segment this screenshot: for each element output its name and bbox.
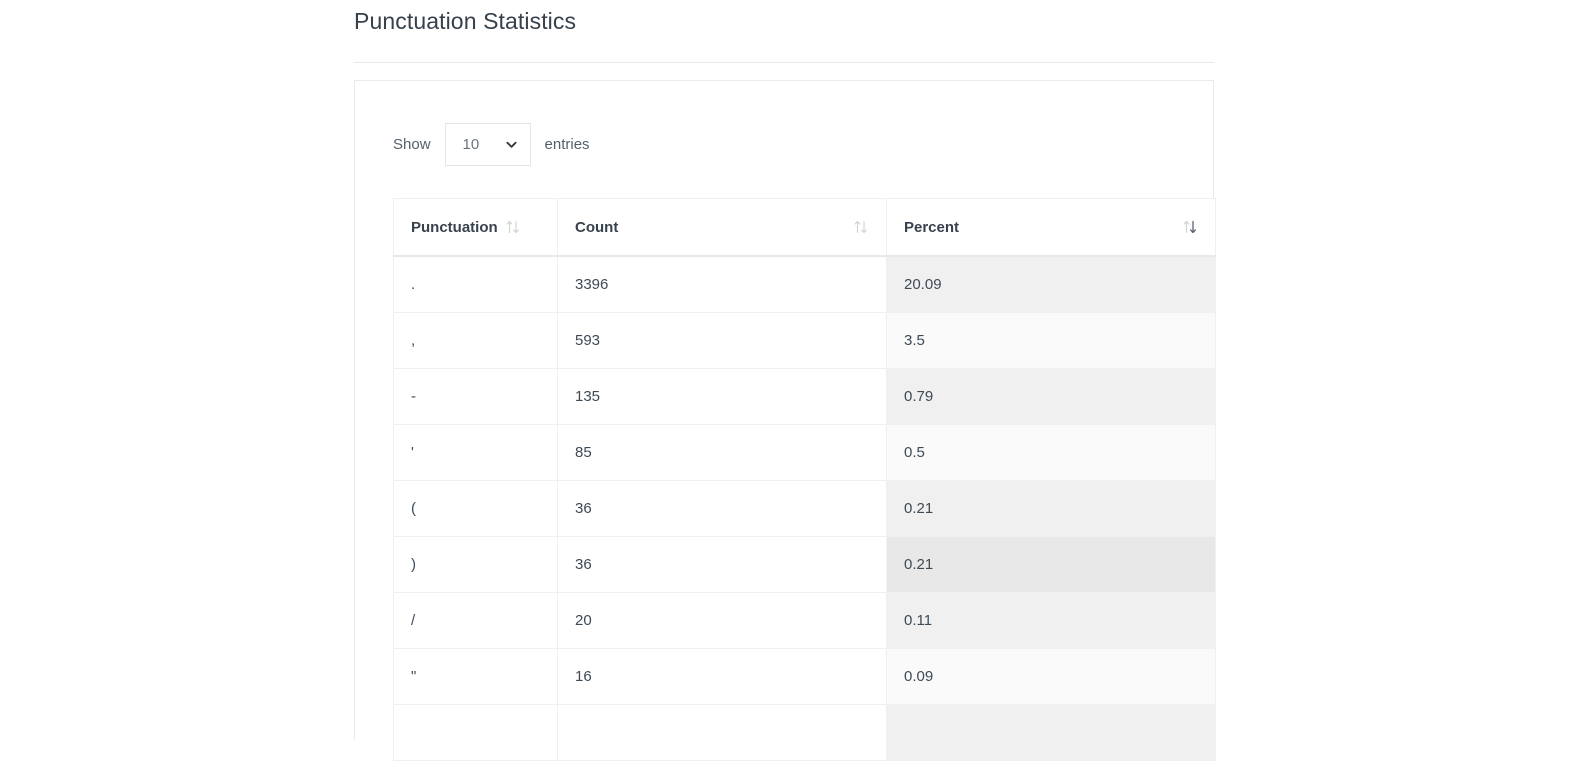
chevron-down-icon (505, 139, 517, 150)
column-header-percent-label: Percent (904, 218, 960, 236)
table-row[interactable]: ' 85 0.5 (393, 424, 1216, 481)
punctuation-value: . (411, 276, 416, 293)
table-row[interactable] (393, 704, 1216, 761)
cell-percent: 0.79 (886, 368, 1216, 425)
cell-percent: 0.11 (886, 592, 1216, 649)
column-header-count-label: Count (575, 218, 619, 236)
cell-count: 593 (557, 312, 887, 369)
punctuation-value: ( (411, 500, 416, 517)
length-label-after: entries (544, 136, 590, 153)
percent-value: 3.5 (904, 332, 925, 349)
cell-percent: 0.21 (886, 536, 1216, 593)
cell-punctuation: " (393, 648, 558, 705)
cell-count: 85 (557, 424, 887, 481)
cell-count: 135 (557, 368, 887, 425)
count-value: 16 (575, 668, 592, 685)
punctuation-value: - (411, 388, 416, 405)
percent-value: 0.79 (904, 388, 934, 405)
sort-arrows-icon (505, 218, 521, 236)
count-value: 593 (575, 332, 601, 349)
count-value: 20 (575, 612, 592, 629)
table-length-control: Show 10 entries (393, 123, 590, 166)
count-value: 135 (575, 388, 601, 405)
table-row[interactable]: - 135 0.79 (393, 368, 1216, 425)
cell-percent: 0.09 (886, 648, 1216, 705)
cell-percent: 0.5 (886, 424, 1216, 481)
column-header-punctuation[interactable]: Punctuation (393, 198, 558, 257)
table-row[interactable]: . 3396 20.09 (393, 255, 1216, 313)
table-header: Punctuation Count Percent (393, 198, 1216, 257)
entries-per-page-select[interactable]: 10 (444, 123, 531, 166)
cell-percent: 20.09 (886, 255, 1216, 313)
cell-punctuation: ' (393, 424, 558, 481)
table-row[interactable]: ( 36 0.21 (393, 480, 1216, 537)
table-header-row: Punctuation Count Percent (393, 198, 1216, 257)
entries-per-page-value: 10 (462, 136, 480, 153)
punctuation-value: " (411, 668, 417, 685)
cell-punctuation: ( (393, 480, 558, 537)
column-header-count[interactable]: Count (557, 198, 887, 257)
punctuation-value: , (411, 332, 416, 349)
percent-value: 0.21 (904, 500, 934, 517)
cell-punctuation (393, 704, 558, 761)
count-value: 36 (575, 500, 592, 517)
table-row[interactable]: , 593 3.5 (393, 312, 1216, 369)
punctuation-value: ' (411, 444, 414, 461)
punctuation-value: ) (411, 556, 416, 573)
cell-punctuation: ) (393, 536, 558, 593)
page-root: Punctuation Statistics Show 10 entries P… (0, 0, 1578, 761)
punctuation-table-wrapper: Punctuation Count Percent . 3396 20.09 ,… (393, 198, 1216, 761)
count-value: 85 (575, 444, 592, 461)
cell-percent: 0.21 (886, 480, 1216, 537)
table-row[interactable]: ) 36 0.21 (393, 536, 1216, 593)
cell-count: 36 (557, 536, 887, 593)
percent-value: 0.5 (904, 444, 925, 461)
column-header-punctuation-label: Punctuation (411, 218, 498, 236)
column-header-percent[interactable]: Percent (886, 198, 1216, 257)
page-title: Punctuation Statistics (354, 8, 577, 34)
cell-count: 36 (557, 480, 887, 537)
percent-value: 0.09 (904, 668, 934, 685)
cell-punctuation: . (393, 255, 558, 313)
sort-arrows-icon (1182, 218, 1198, 236)
table-row[interactable]: / 20 0.11 (393, 592, 1216, 649)
cell-count (557, 704, 887, 761)
count-value: 36 (575, 556, 592, 573)
table-body: . 3396 20.09 , 593 3.5 - 135 0.79 ' 85 0… (393, 255, 1216, 761)
count-value: 3396 (575, 276, 609, 293)
statistics-card: Show 10 entries Punctuation Count Percen… (354, 80, 1216, 761)
cell-punctuation: - (393, 368, 558, 425)
percent-value: 0.11 (904, 612, 933, 629)
cell-punctuation: / (393, 592, 558, 649)
cell-percent: 3.5 (886, 312, 1216, 369)
punctuation-value: / (411, 612, 416, 629)
percent-value: 0.21 (904, 556, 934, 573)
cell-percent (886, 704, 1216, 761)
cell-count: 3396 (557, 255, 887, 313)
cell-count: 16 (557, 648, 887, 705)
percent-value: 20.09 (904, 276, 942, 293)
table-row[interactable]: " 16 0.09 (393, 648, 1216, 705)
punctuation-table: Punctuation Count Percent . 3396 20.09 ,… (393, 198, 1216, 761)
cell-count: 20 (557, 592, 887, 649)
cell-punctuation: , (393, 312, 558, 369)
sort-arrows-icon (853, 218, 869, 236)
length-label-before: Show (393, 136, 431, 153)
title-divider (354, 62, 1214, 63)
